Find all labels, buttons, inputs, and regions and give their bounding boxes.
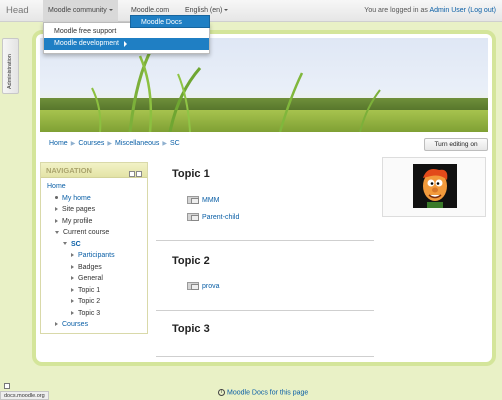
collapsed-arrow-icon	[55, 207, 58, 212]
dropdown-item-development-label: Moodle development	[54, 40, 119, 47]
collapsed-arrow-icon	[71, 276, 74, 281]
block-controls	[128, 167, 142, 182]
nav-tree-item[interactable]: Topic 3	[47, 308, 147, 320]
collapse-icon[interactable]	[136, 171, 142, 177]
user-picture-block	[382, 157, 486, 217]
caret-down-icon	[108, 9, 113, 12]
nav-tree-item[interactable]: Topic 2	[47, 296, 147, 308]
expanded-arrow-icon	[63, 242, 67, 246]
menu-language-label: English (en)	[185, 7, 223, 14]
nav-tree-item-label: Topic 3	[78, 309, 101, 317]
breadcrumb-sc[interactable]: SC	[170, 140, 180, 147]
activity-link[interactable]: MMM	[187, 196, 220, 204]
nav-tree-item-label: My profile	[62, 217, 93, 225]
cartoon-avatar-icon	[413, 164, 457, 208]
nav-tree-item-label: Participants	[78, 252, 115, 259]
breadcrumb-courses[interactable]: Courses	[78, 140, 104, 147]
nav-tree-item[interactable]: Home	[47, 181, 147, 193]
collapsed-arrow-icon	[55, 218, 58, 223]
user-link[interactable]: Admin User	[429, 7, 466, 14]
page-icon	[187, 282, 199, 290]
page-frame: Home ▶ Courses ▶ Miscellaneous ▶ SC Turn editi…	[32, 30, 496, 366]
activity-label: prova	[202, 282, 220, 290]
breadcrumb-separator-icon: ▶	[162, 141, 167, 147]
nav-tree-item-label: Courses	[62, 321, 89, 328]
navigation-block-header: NAVIGATION	[41, 163, 147, 178]
navigation-block-title: NAVIGATION	[46, 166, 92, 175]
breadcrumb: Home ▶ Courses ▶ Miscellaneous ▶ SC	[49, 140, 180, 147]
collapsed-arrow-icon	[71, 299, 74, 304]
administration-tab-label: Administration	[7, 54, 13, 89]
navigation-tree: Home My home Site pages My profile Current c…	[41, 178, 147, 331]
site-brand[interactable]: Head	[6, 5, 29, 16]
login-info: You are logged in as Admin User (Log out…	[364, 0, 496, 22]
nav-tree-item[interactable]: Current course	[47, 227, 147, 239]
moodle-docs-link-label: Moodle Docs for this page	[227, 389, 309, 397]
logout-link[interactable]: (Log out)	[468, 7, 496, 14]
menu-moodle-com-label: Moodle.com	[131, 7, 170, 14]
section-divider	[156, 356, 374, 357]
collapsed-arrow-icon	[55, 322, 58, 327]
topic-title: Topic 1	[172, 168, 210, 180]
submenu-item-moodle-docs[interactable]: Moodle Docs	[130, 15, 210, 28]
bookmark-icon	[4, 383, 10, 389]
activity-link[interactable]: prova	[187, 282, 220, 290]
activity-label: MMM	[202, 196, 220, 204]
nav-tree-item[interactable]: Badges	[47, 262, 147, 274]
nav-tree-item-label: General	[78, 275, 103, 282]
nav-tree-item[interactable]: SC	[47, 239, 147, 251]
nav-tree-item[interactable]: Participants	[47, 250, 147, 262]
nav-tree-item-label: Topic 2	[78, 298, 101, 305]
breadcrumb-miscellaneous[interactable]: Miscellaneous	[115, 140, 159, 147]
page-icon	[187, 196, 199, 204]
section-divider	[156, 240, 374, 241]
login-prefix: You are logged in as	[364, 7, 428, 14]
expanded-arrow-icon	[55, 230, 59, 234]
breadcrumb-separator-icon: ▶	[70, 141, 76, 147]
nav-tree-item[interactable]: Courses	[47, 319, 147, 331]
administration-tab[interactable]: Administration	[2, 38, 19, 94]
nav-tree-item-label: Badges	[78, 263, 102, 271]
navigation-block: NAVIGATION Home My home Site pages My profi…	[40, 162, 148, 334]
nav-tree-item-label: My home	[62, 194, 91, 202]
nav-tree-item[interactable]: My home	[47, 193, 147, 205]
turn-editing-on-button[interactable]: Turn editing on	[424, 138, 488, 151]
bullet-icon	[55, 196, 58, 200]
dock-icon[interactable]	[129, 171, 135, 177]
moodle-docs-link[interactable]: i Moodle Docs for this page	[218, 389, 308, 396]
nav-tree-item[interactable]: My profile	[47, 216, 147, 228]
info-icon: i	[218, 389, 225, 396]
top-navbar: Head Moodle community Moodle.com English…	[0, 0, 502, 22]
nav-tree-item-label: Site pages	[62, 206, 96, 213]
nav-tree-item[interactable]: General	[47, 273, 147, 285]
activity-link[interactable]: Parent-child	[187, 213, 239, 221]
menu-moodle-community-label: Moodle community	[48, 7, 107, 14]
caret-down-icon	[224, 9, 229, 12]
breadcrumb-home[interactable]: Home	[49, 140, 68, 147]
nav-tree-item[interactable]: Topic 1	[47, 285, 147, 297]
page-icon	[187, 213, 199, 221]
nav-tree-item-label: Topic 1	[78, 286, 101, 294]
chevron-right-icon	[124, 41, 127, 47]
activity-label: Parent-child	[202, 213, 240, 221]
nav-tree-item-label: Home	[47, 183, 66, 190]
collapsed-arrow-icon	[71, 310, 74, 315]
status-bar-url: docs.moodle.org	[0, 391, 49, 400]
breadcrumb-separator-icon: ▶	[107, 141, 113, 147]
menu-moodle-community[interactable]: Moodle community	[43, 0, 118, 22]
topic-title: Topic 3	[172, 323, 210, 335]
topic-title: Topic 2	[172, 255, 210, 267]
section-divider	[156, 310, 374, 311]
nav-tree-item[interactable]: Site pages	[47, 204, 147, 216]
dropdown-item-development[interactable]: Moodle development	[44, 38, 209, 50]
avatar[interactable]	[413, 164, 457, 208]
collapsed-arrow-icon	[71, 264, 74, 269]
collapsed-arrow-icon	[71, 253, 74, 258]
collapsed-arrow-icon	[71, 287, 74, 292]
nav-tree-item-label: SC	[71, 240, 81, 248]
nav-tree-item-label: Current course	[63, 229, 110, 236]
